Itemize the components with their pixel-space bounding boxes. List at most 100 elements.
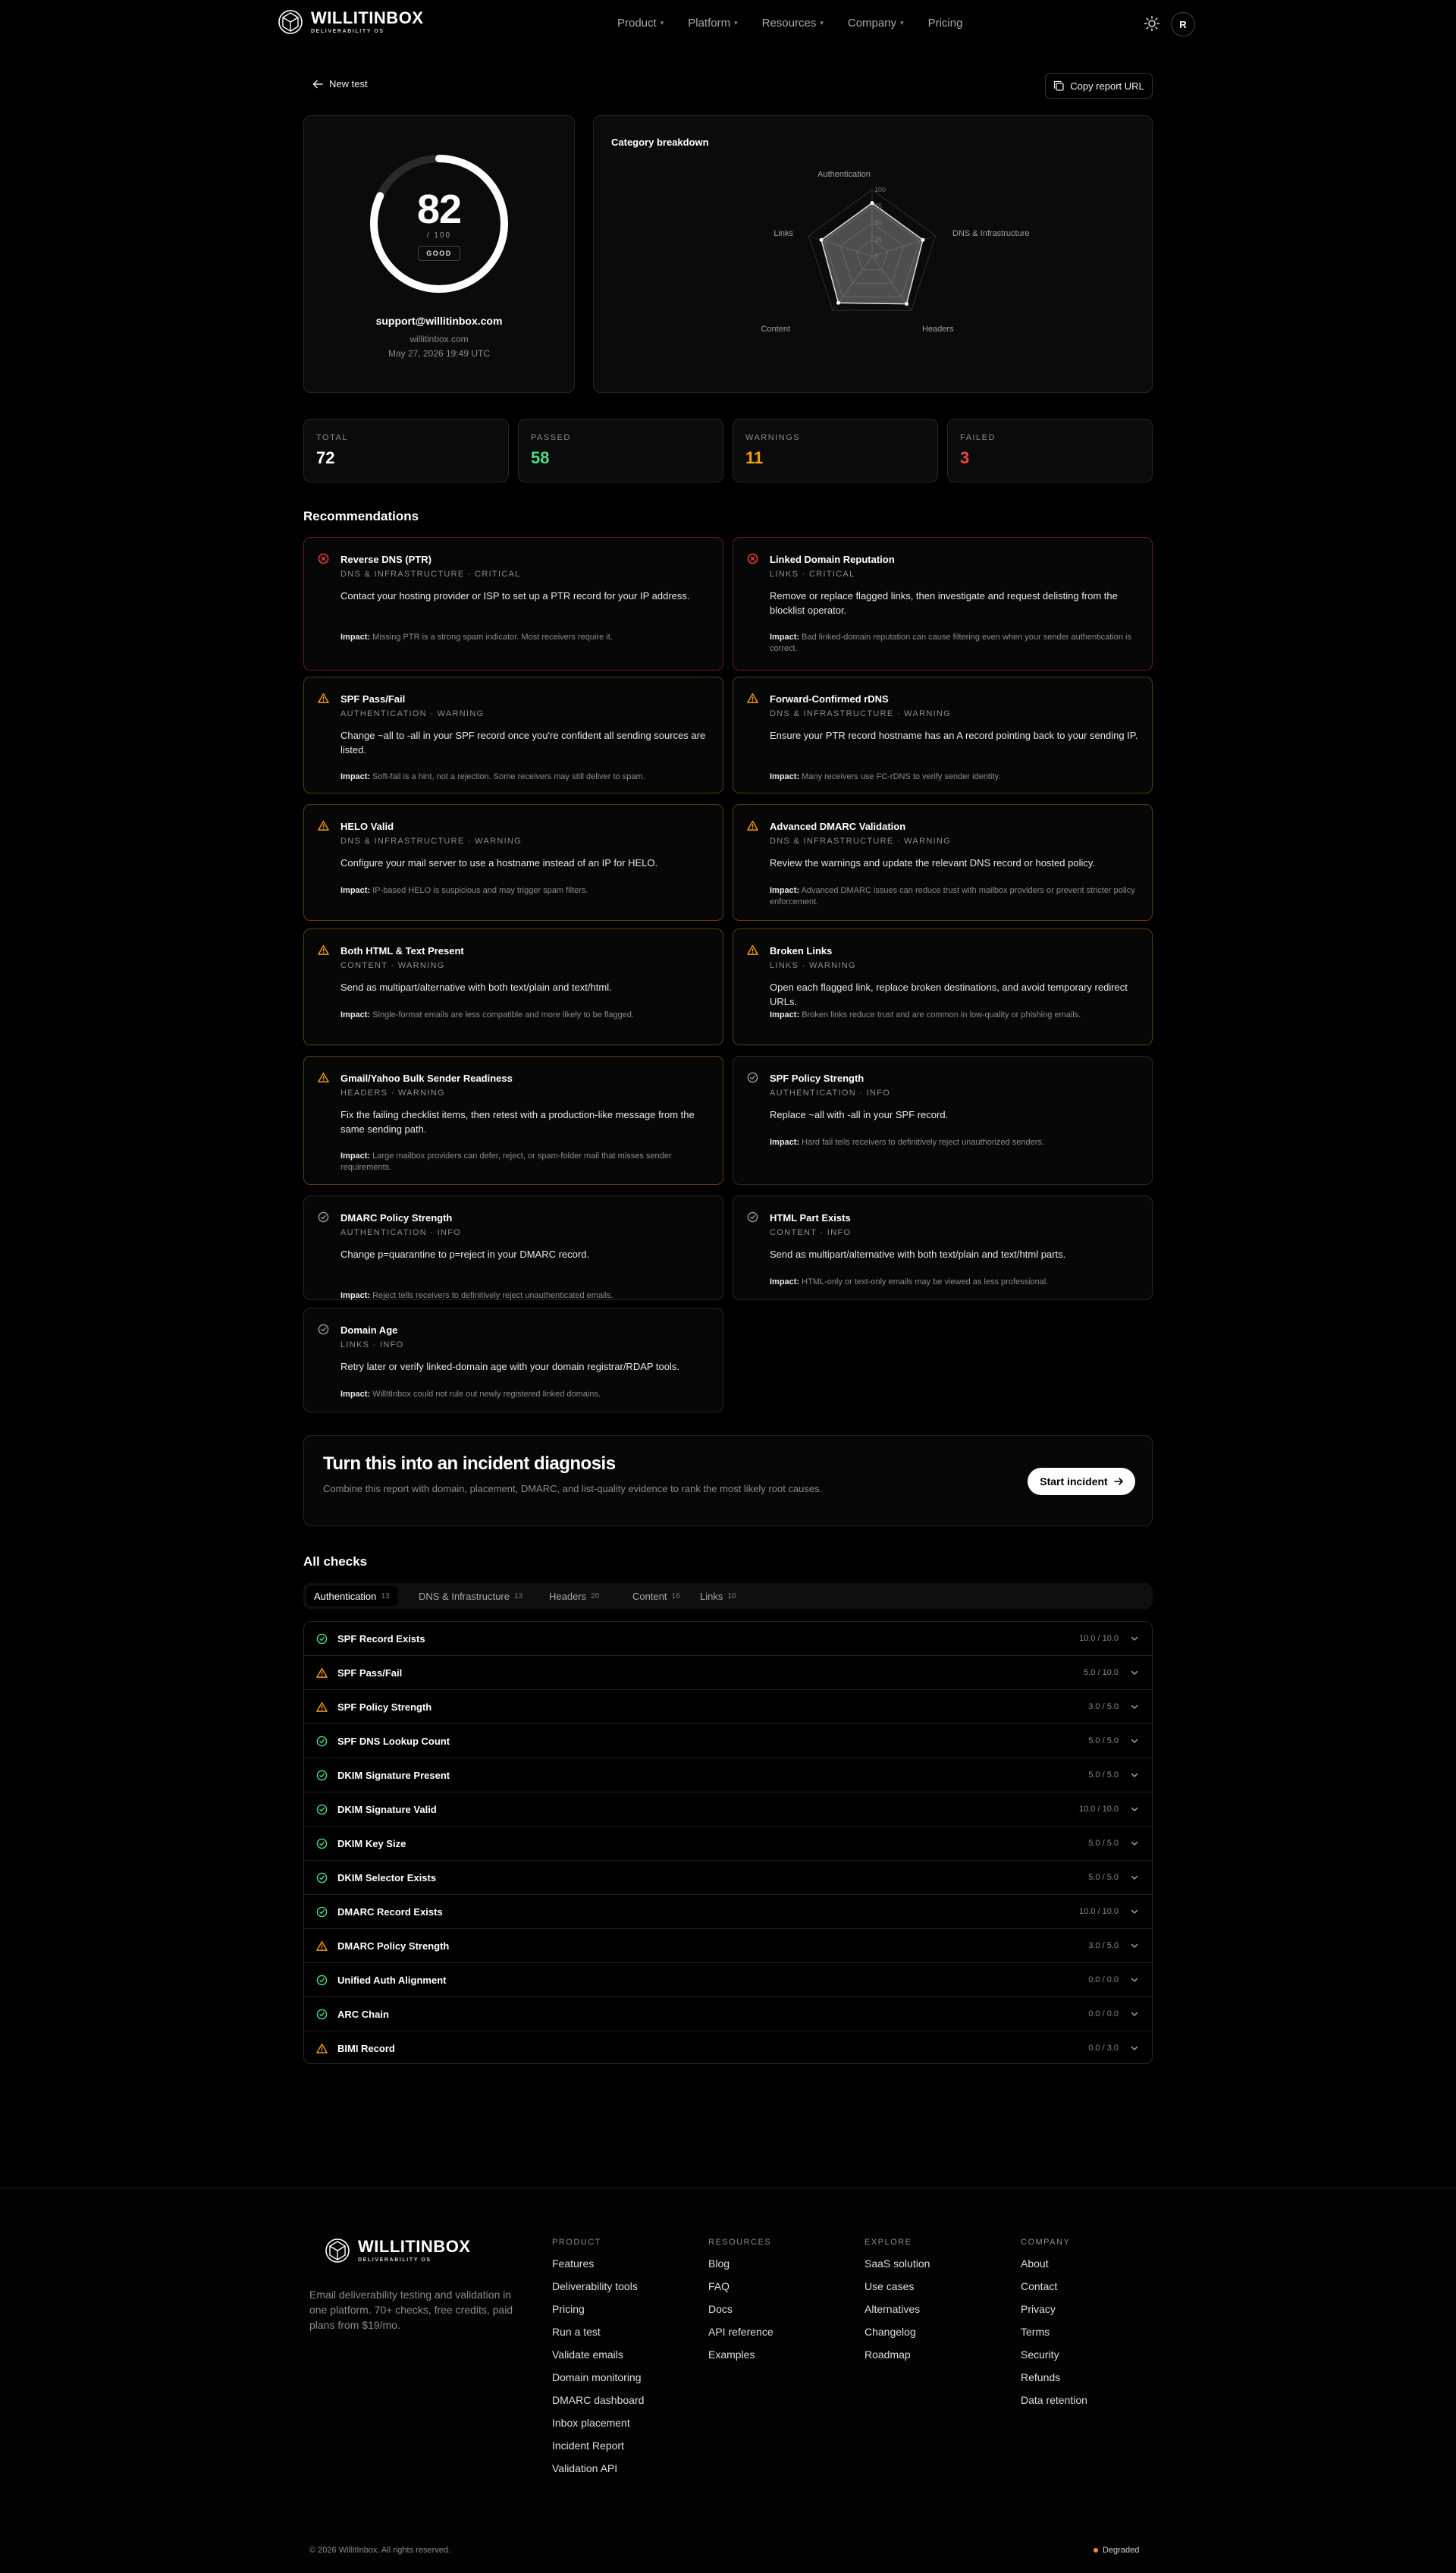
impact-label: Impact: [770, 886, 800, 895]
nav-company[interactable]: Company ▾ [848, 17, 904, 30]
recommendation-card-gmail-yahoo-bulk-sender-readiness[interactable]: Gmail/Yahoo Bulk Sender Readiness HEADERS… [303, 1056, 723, 1185]
footer-link-saas-solution[interactable]: SaaS solution [864, 2257, 930, 2280]
footer-link-validation-api[interactable]: Validation API [552, 2462, 644, 2485]
footer-link-examples[interactable]: Examples [708, 2348, 774, 2371]
score-max: / 100 [426, 231, 452, 240]
new-test-link[interactable]: New test [312, 78, 368, 90]
footer-link-api-reference[interactable]: API reference [708, 2326, 774, 2348]
tab-dns-infrastructure[interactable]: DNS & Infrastructure 13 [411, 1586, 530, 1606]
check-score: 0.0 / 3.0 [1088, 2044, 1119, 2053]
brand-logo[interactable]: WILLITINBOX DELIVERABILITY OS [278, 9, 423, 35]
check-row-dkim-key-size[interactable]: DKIM Key Size 5.0 / 5.0 [304, 1827, 1152, 1861]
check-row-dkim-signature-present[interactable]: DKIM Signature Present 5.0 / 5.0 [304, 1758, 1152, 1792]
check-row-dkim-signature-valid[interactable]: DKIM Signature Valid 10.0 / 10.0 [304, 1792, 1152, 1827]
footer-link-run-a-test[interactable]: Run a test [552, 2326, 644, 2348]
chevron-down-icon[interactable] [1131, 2044, 1138, 2052]
footer-link-changelog[interactable]: Changelog [864, 2326, 930, 2348]
chevron-down-icon[interactable] [1131, 1771, 1138, 1779]
footer-link-about[interactable]: About [1021, 2257, 1087, 2280]
recommendation-title: Linked Domain Reputation [770, 554, 895, 565]
check-row-spf-record-exists[interactable]: SPF Record Exists 10.0 / 10.0 [304, 1622, 1152, 1656]
check-row-arc-chain[interactable]: ARC Chain 0.0 / 0.0 [304, 1997, 1152, 2031]
check-row-dmarc-policy-strength[interactable]: DMARC Policy Strength 3.0 / 5.0 [304, 1929, 1152, 1963]
nav-product[interactable]: Product ▾ [617, 17, 664, 30]
footer-link-incident-report[interactable]: Incident Report [552, 2439, 644, 2462]
nav-resources[interactable]: Resources ▾ [762, 17, 824, 30]
footer-link-terms[interactable]: Terms [1021, 2326, 1087, 2348]
check-row-bimi-record[interactable]: BIMI Record 0.0 / 3.0 [304, 2031, 1152, 2063]
radar-point-authentication [870, 201, 874, 206]
nav-platform[interactable]: Platform ▾ [688, 17, 737, 30]
recommendation-title: Both HTML & Text Present [340, 945, 464, 957]
recommendation-card-reverse-dns-ptr[interactable]: Reverse DNS (PTR) DNS & INFRASTRUCTURE · … [303, 537, 723, 671]
footer-link-blog[interactable]: Blog [708, 2257, 774, 2280]
recommendation-card-spf-pass-fail[interactable]: SPF Pass/Fail AUTHENTICATION · WARNING Cha… [303, 677, 723, 793]
check-row-dmarc-record-exists[interactable]: DMARC Record Exists 10.0 / 10.0 [304, 1895, 1152, 1929]
start-incident-button[interactable]: Start incident [1028, 1468, 1135, 1495]
recommendation-card-spf-policy-strength[interactable]: SPF Policy Strength AUTHENTICATION · INFO… [733, 1056, 1153, 1185]
footer-link-alternatives[interactable]: Alternatives [864, 2303, 930, 2326]
footer-brand-logo[interactable]: WILLITINBOX DELIVERABILITY OS [325, 2238, 470, 2264]
recommendation-card-advanced-dmarc-validation[interactable]: Advanced DMARC Validation DNS & INFRASTRU… [733, 804, 1153, 921]
footer-link-features[interactable]: Features [552, 2257, 644, 2280]
chevron-down-icon[interactable] [1131, 1703, 1138, 1711]
footer-link-faq[interactable]: FAQ [708, 2280, 774, 2303]
footer-link-deliverability-tools[interactable]: Deliverability tools [552, 2280, 644, 2303]
footer-link-docs[interactable]: Docs [708, 2303, 774, 2326]
recommendation-card-domain-age[interactable]: Domain Age LINKS · INFO Retry later or ver… [303, 1308, 723, 1412]
impact-label: Impact: [770, 1277, 800, 1286]
tab-links[interactable]: Links 10 [692, 1586, 743, 1606]
footer-link-contact[interactable]: Contact [1021, 2280, 1087, 2303]
tab-content[interactable]: Content 16 [625, 1586, 688, 1606]
chevron-down-icon: ▾ [660, 19, 664, 27]
all-checks-heading: All checks [303, 1554, 368, 1569]
check-row-spf-pass-fail[interactable]: SPF Pass/Fail 5.0 / 10.0 [304, 1656, 1152, 1690]
info-icon [747, 1211, 758, 1223]
chevron-down-icon[interactable] [1131, 1839, 1138, 1847]
theme-toggle-sun-icon[interactable] [1144, 15, 1160, 32]
footer-link-refunds[interactable]: Refunds [1021, 2371, 1087, 2394]
recommendation-card-helo-valid[interactable]: HELO Valid DNS & INFRASTRUCTURE · WARNING… [303, 804, 723, 921]
footer-link-pricing[interactable]: Pricing [552, 2303, 644, 2326]
chevron-down-icon[interactable] [1131, 1669, 1138, 1676]
check-row-unified-auth-alignment[interactable]: Unified Auth Alignment 0.0 / 0.0 [304, 1963, 1152, 1997]
footer-link-validate-emails[interactable]: Validate emails [552, 2348, 644, 2371]
recommendation-category: DNS & INFRASTRUCTURE · CRITICAL [340, 570, 521, 579]
system-status[interactable]: Degraded [1094, 2546, 1139, 2555]
check-row-spf-dns-lookup-count[interactable]: SPF DNS Lookup Count 5.0 / 5.0 [304, 1724, 1152, 1758]
chevron-down-icon[interactable] [1131, 1874, 1138, 1881]
tab-authentication[interactable]: Authentication 13 [306, 1586, 397, 1606]
chevron-down-icon[interactable] [1131, 1805, 1138, 1813]
check-name: DKIM Signature Present [337, 1770, 450, 1781]
footer-link-domain-monitoring[interactable]: Domain monitoring [552, 2371, 644, 2394]
footer-link-security[interactable]: Security [1021, 2348, 1087, 2371]
footer-link-use-cases[interactable]: Use cases [864, 2280, 930, 2303]
recommendation-card-both-html-text-present[interactable]: Both HTML & Text Present CONTENT · WARNIN… [303, 928, 723, 1045]
footer-link-dmarc-dashboard[interactable]: DMARC dashboard [552, 2394, 644, 2417]
recommendation-card-broken-links[interactable]: Broken Links LINKS · WARNING Open each fla… [733, 928, 1153, 1045]
chevron-down-icon[interactable] [1131, 1737, 1138, 1745]
nav-pricing[interactable]: Pricing [928, 17, 963, 30]
chevron-down-icon[interactable] [1131, 1976, 1138, 1984]
tab-label: Authentication [314, 1590, 377, 1602]
check-row-spf-policy-strength[interactable]: SPF Policy Strength 3.0 / 5.0 [304, 1690, 1152, 1724]
user-avatar[interactable]: R [1171, 12, 1195, 36]
chevron-down-icon[interactable] [1131, 1908, 1138, 1915]
footer-column-heading: COMPANY [1021, 2238, 1071, 2247]
warning-icon [318, 944, 329, 955]
chevron-down-icon[interactable] [1131, 1635, 1138, 1642]
recommendation-card-forward-confirmed-rdns[interactable]: Forward-Confirmed rDNS DNS & INFRASTRUCTU… [733, 677, 1153, 793]
recommendation-card-html-part-exists[interactable]: HTML Part Exists CONTENT · INFO Send as mu… [733, 1195, 1153, 1300]
footer-link-privacy[interactable]: Privacy [1021, 2303, 1087, 2326]
recommendation-card-dmarc-policy-strength[interactable]: DMARC Policy Strength AUTHENTICATION · IN… [303, 1195, 723, 1300]
tab-headers[interactable]: Headers 20 [541, 1586, 607, 1606]
footer-link-inbox-placement[interactable]: Inbox placement [552, 2417, 644, 2439]
footer-link-roadmap[interactable]: Roadmap [864, 2348, 930, 2371]
footer-link-data-retention[interactable]: Data retention [1021, 2394, 1087, 2417]
chevron-down-icon[interactable] [1131, 1942, 1138, 1949]
recommendation-card-linked-domain-reputation[interactable]: Linked Domain Reputation LINKS · CRITICAL… [733, 537, 1153, 671]
warning-icon [316, 2043, 328, 2053]
chevron-down-icon[interactable] [1131, 2010, 1138, 2018]
copy-report-url-button[interactable]: Copy report URL [1045, 73, 1153, 99]
check-row-dkim-selector-exists[interactable]: DKIM Selector Exists 5.0 / 5.0 [304, 1861, 1152, 1895]
